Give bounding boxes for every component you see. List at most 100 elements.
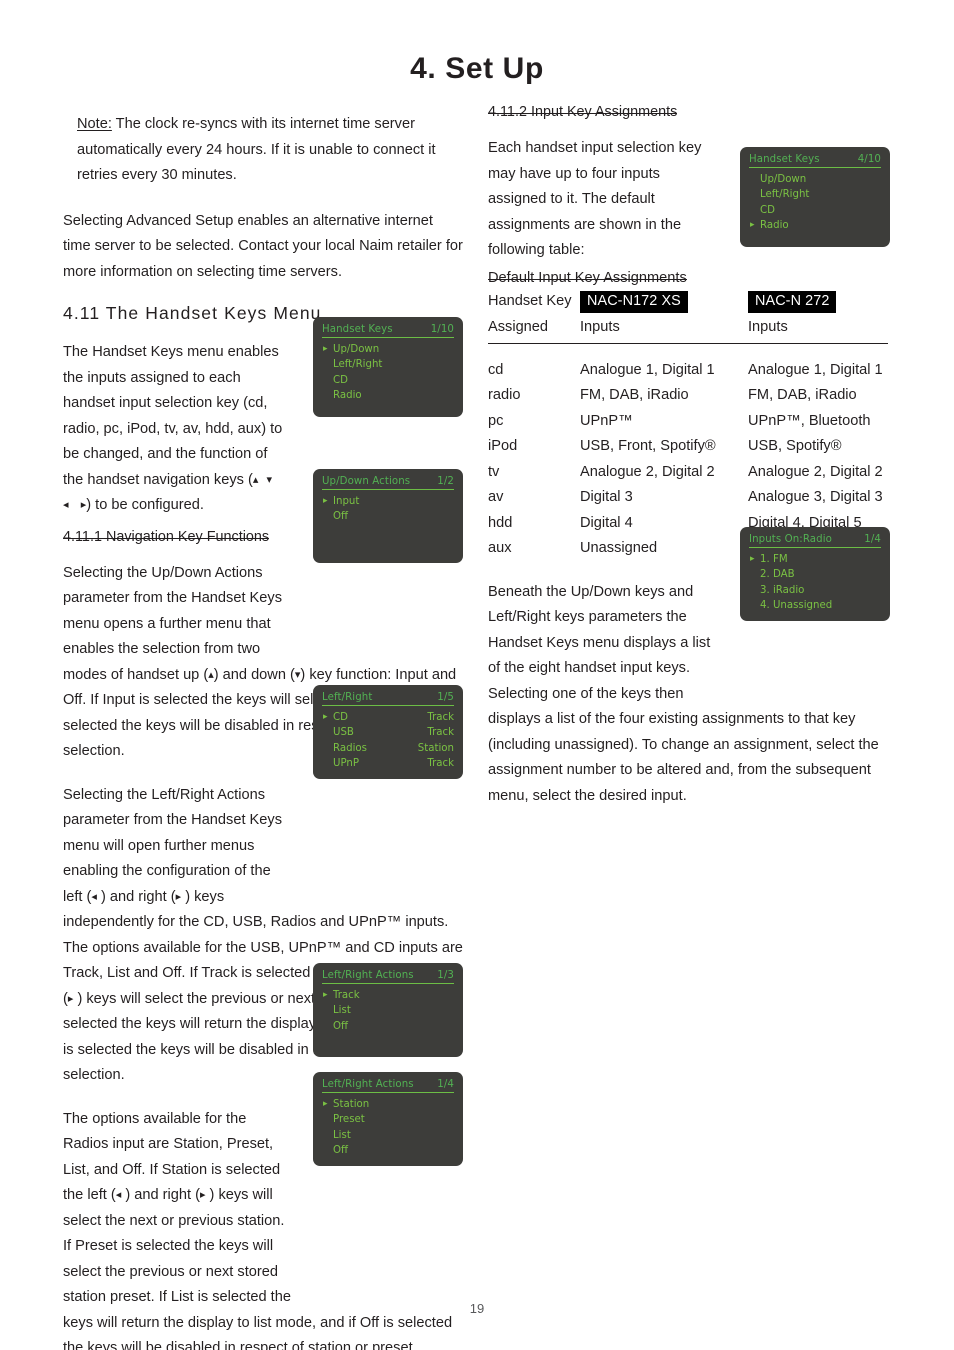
- menu-item[interactable]: List: [322, 1003, 454, 1018]
- menu-item[interactable]: Left/Right: [322, 357, 454, 372]
- cell-n172: USB, Front, Spotify®: [580, 438, 716, 454]
- paragraph-advanced-setup: Selecting Advanced Setup enables an alte…: [63, 212, 463, 280]
- cell-n272: Analogue 1, Digital 1: [748, 361, 883, 378]
- menu-item[interactable]: Track: [322, 988, 454, 1004]
- menu-item[interactable]: CD: [322, 373, 454, 388]
- model-badge-n272: NAC-N 272: [748, 290, 837, 313]
- menu-item-label: 1. FM: [760, 554, 788, 565]
- screen-title: Up/Down Actions: [322, 476, 411, 487]
- menu-item[interactable]: CD Track: [322, 710, 454, 726]
- paragraph-leftright-part-a: Selecting the Left/Right Actions paramet…: [63, 786, 283, 905]
- right-arrow-icon: ▸: [199, 1189, 206, 1201]
- screen-page-count: 1/2: [437, 476, 454, 487]
- cell-key: tv: [488, 463, 500, 480]
- paragraph-handset-keys-menu-part-b: ) to be configured.: [86, 497, 204, 513]
- menu-item-label: 3. iRadio: [760, 584, 805, 596]
- menu-item-label: 2. DAB: [760, 569, 795, 581]
- cell-n272: USB, Spotify®: [748, 438, 842, 454]
- cell-n272: Analogue 2, Digital 2: [748, 463, 883, 480]
- cell-n172: Digital 4: [580, 514, 633, 531]
- note-text: The clock re-syncs with its internet tim…: [77, 116, 436, 183]
- screen-menu-list: CD Track USB Track Radios Station UPnP Track: [322, 710, 454, 772]
- menu-item[interactable]: Station: [322, 1097, 454, 1113]
- menu-item-value: Track: [427, 712, 454, 723]
- menu-item[interactable]: Off: [322, 1019, 454, 1034]
- screen-menu-list: Input Off: [322, 494, 454, 525]
- cell-n172: Analogue 1, Digital 1: [580, 361, 715, 378]
- menu-item[interactable]: 2. DAB: [749, 567, 881, 582]
- menu-item-label: Off: [333, 1020, 349, 1032]
- screen-header: Up/Down Actions 1/2: [322, 476, 454, 490]
- cell-key: hdd: [488, 514, 513, 531]
- table-row: iPod USB, Front, Spotify® USB, Spotify®: [488, 434, 888, 460]
- table-spacer: [488, 343, 888, 358]
- screen-title: Left/Right Actions: [322, 970, 414, 981]
- cell-key: iPod: [488, 438, 518, 454]
- table-header-model-2-cell: NAC-N 272: [748, 290, 888, 316]
- right-arrow-icon: ▸: [175, 890, 182, 903]
- menu-item-label: UPnP: [333, 758, 360, 770]
- menu-item[interactable]: Input: [322, 494, 454, 510]
- table-header-model-1-cell: NAC-N172 XS: [580, 290, 748, 316]
- device-screen-leftright-actions-2: Left/Right Actions 1/4 Station Preset Li…: [313, 1072, 463, 1166]
- cell-n172: UPnP™: [580, 412, 633, 429]
- menu-item[interactable]: Radios Station: [322, 741, 454, 756]
- table-header-models: Handset Key NAC-N172 XS NAC-N 272: [488, 290, 888, 316]
- menu-item[interactable]: Radio: [749, 218, 881, 234]
- subsection-heading-4-11-2: 4.11.2 Input Key Assignments: [488, 104, 678, 120]
- menu-item-label: Station: [333, 1099, 370, 1110]
- menu-item[interactable]: USB Track: [322, 725, 454, 740]
- menu-item[interactable]: 3. iRadio: [749, 583, 881, 598]
- screen-header: Handset Keys 4/10: [749, 154, 881, 168]
- menu-item[interactable]: Up/Down: [749, 172, 881, 187]
- menu-item[interactable]: 1. FM: [749, 552, 881, 568]
- left-arrow-icon: ◂: [91, 890, 97, 903]
- page-title: 4. Set Up: [410, 52, 544, 85]
- cell-n172: FM, DAB, iRadio: [580, 387, 689, 403]
- table-header-assigned: Assigned: [488, 318, 549, 335]
- menu-item[interactable]: Off: [322, 509, 454, 524]
- menu-item-label: Left/Right: [760, 189, 810, 201]
- cell-key: cd: [488, 361, 504, 378]
- note-clock-resync: Note: The clock re-syncs with its intern…: [63, 112, 463, 189]
- screen-page-count: 1/5: [437, 692, 454, 703]
- menu-item[interactable]: UPnP Track: [322, 756, 454, 771]
- up-arrow-icon: ▴: [252, 473, 259, 486]
- screen-header: Left/Right Actions 1/4: [322, 1079, 454, 1093]
- menu-item-label: Input: [333, 496, 360, 507]
- table-row: tv Analogue 2, Digital 2 Analogue 2, Dig…: [488, 460, 888, 486]
- menu-item-label: CD: [333, 712, 348, 723]
- menu-item-value: Track: [427, 758, 454, 770]
- table-header-handset-key: Handset Key: [488, 292, 572, 309]
- page-number: 19: [469, 1301, 485, 1316]
- left-arrow-icon: ◂: [63, 499, 69, 511]
- paragraph-radios-part-b: ) and right (: [125, 1187, 200, 1203]
- device-screen-leftright: Left/Right 1/5 CD Track USB Track Radios St…: [313, 685, 463, 779]
- menu-item[interactable]: List: [322, 1128, 454, 1143]
- menu-item-label: Up/Down: [333, 344, 380, 355]
- screen-menu-list: Up/Down Left/Right CD Radio: [749, 172, 881, 234]
- menu-item[interactable]: Left/Right: [749, 187, 881, 202]
- menu-item[interactable]: Radio: [322, 388, 454, 403]
- menu-item-label: CD: [760, 204, 775, 216]
- menu-item-label: List: [333, 1129, 351, 1141]
- device-screen-inputs-on-radio: Inputs On:Radio 1/4 1. FM 2. DAB 3. iRad…: [740, 527, 890, 621]
- menu-item[interactable]: Preset: [322, 1112, 454, 1127]
- screen-title: Handset Keys: [749, 154, 820, 165]
- menu-item[interactable]: CD: [749, 203, 881, 218]
- device-screen-handset-keys-1: Handset Keys 1/10 Up/Down Left/Right CD …: [313, 317, 463, 417]
- menu-item-label: Radios: [333, 742, 367, 754]
- menu-item[interactable]: Off: [322, 1143, 454, 1158]
- menu-item[interactable]: 4. Unassigned: [749, 598, 881, 613]
- menu-item-label: Radio: [760, 220, 789, 232]
- screen-menu-list: Station Preset List Off: [322, 1097, 454, 1159]
- cell-key: aux: [488, 540, 512, 556]
- menu-item-label: Preset: [333, 1114, 365, 1126]
- menu-item[interactable]: Up/Down: [322, 342, 454, 358]
- menu-item-label: Off: [333, 1145, 349, 1157]
- menu-item-label: Left/Right: [333, 359, 383, 371]
- paragraph-updown-part-a: Selecting the Up/Down Actions parameter …: [63, 564, 283, 683]
- device-screen-updown-actions: Up/Down Actions 1/2 Input Off: [313, 469, 463, 563]
- cell-n172: Unassigned: [580, 540, 658, 556]
- menu-item-label: CD: [333, 374, 348, 386]
